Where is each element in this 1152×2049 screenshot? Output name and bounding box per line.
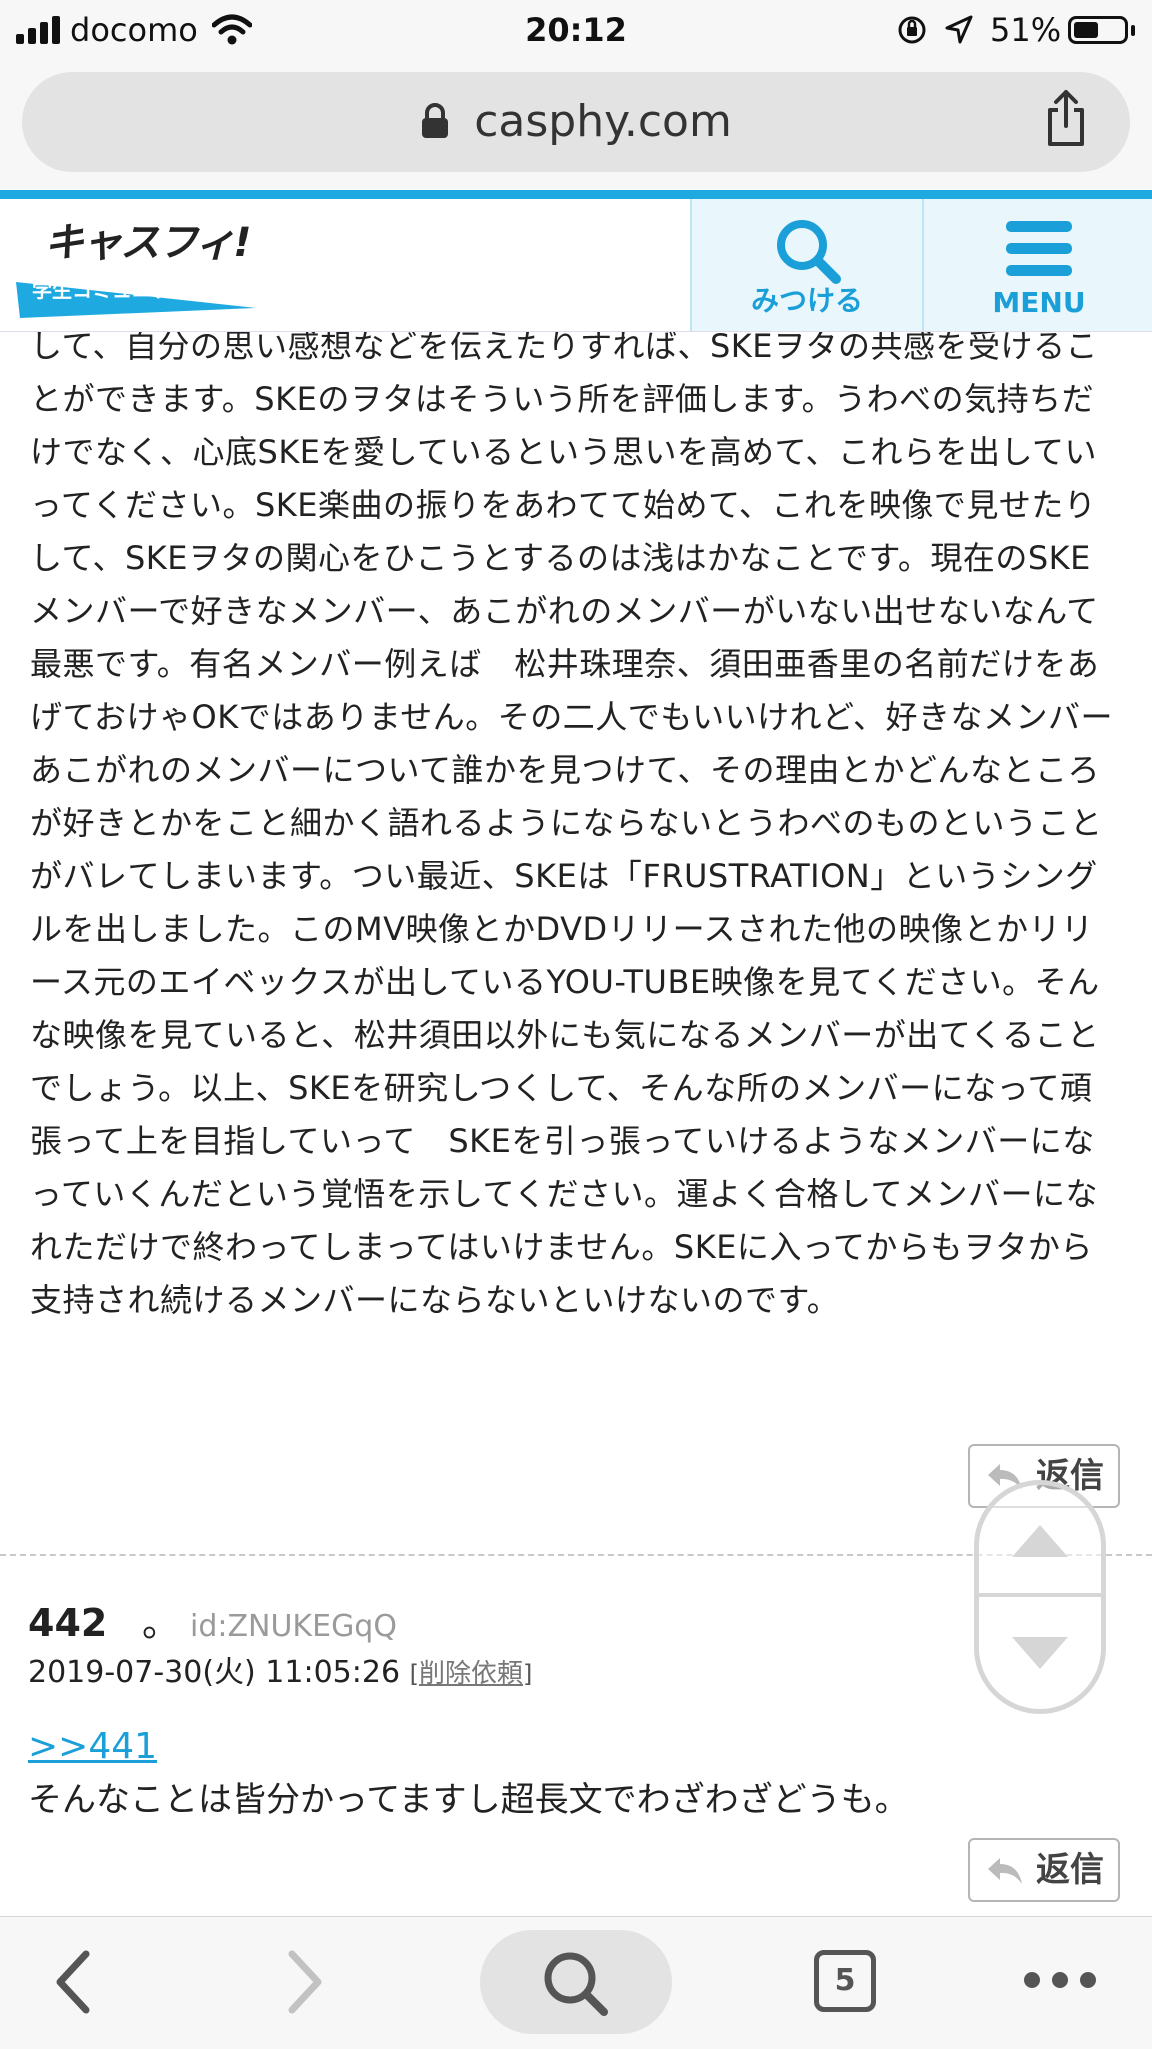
scroll-down-icon[interactable] xyxy=(1008,1633,1072,1673)
tabs-button[interactable]: 5 xyxy=(814,1950,876,2012)
tab-count: 5 xyxy=(834,1963,856,1998)
back-icon[interactable] xyxy=(52,1950,92,2014)
post-body-text: そんなことは皆分かってますし超長文でわざわざどうも。 xyxy=(28,1780,909,1820)
battery-tip xyxy=(1131,25,1135,36)
lock-icon xyxy=(422,103,449,138)
search-button[interactable]: みつける xyxy=(690,199,922,331)
location-arrow-icon xyxy=(945,15,973,44)
battery-icon xyxy=(1068,16,1128,44)
search-icon xyxy=(544,1952,608,2016)
url-text: casphy.com xyxy=(474,96,732,147)
battery-percent: 51% xyxy=(990,11,1062,49)
delete-bracket-close: ] xyxy=(522,1660,533,1688)
orientation-lock-icon xyxy=(898,16,926,44)
reply-anchor-link[interactable]: >>441 xyxy=(28,1722,157,1772)
header-accent-line xyxy=(0,190,1152,199)
reply-label: 返信 xyxy=(1036,1850,1104,1890)
scroll-up-icon[interactable] xyxy=(1008,1521,1072,1561)
post-body-text: して、自分の思い感想などを伝えたりすれば、SKEヲタの共感を受けることができます… xyxy=(30,327,1114,1319)
share-icon[interactable] xyxy=(1044,88,1088,148)
logo-subtext: 学生コミュニティ xyxy=(32,278,191,302)
reply-arrow-icon xyxy=(988,1858,1022,1884)
battery-fill xyxy=(1074,22,1098,38)
menu-button[interactable]: MENU xyxy=(922,199,1152,331)
post-author-name: 。 xyxy=(142,1601,181,1645)
reply-button[interactable]: 返信 xyxy=(968,1838,1120,1902)
delete-bracket-open: [ xyxy=(409,1660,419,1688)
status-bar: docomo 20:12 51% xyxy=(0,0,1152,60)
post-user-id: id:ZNUKEGqQ xyxy=(190,1609,397,1644)
site-logo[interactable]: キャスフィ! 学生コミュニティ xyxy=(10,210,260,320)
toolbar-search-button[interactable] xyxy=(480,1930,672,2034)
magnifier-icon xyxy=(777,220,841,284)
more-icon[interactable] xyxy=(1022,1970,1098,1990)
post-datetime: 2019-07-30(火) 11:05:26 xyxy=(28,1655,401,1690)
clock: 20:12 xyxy=(525,11,627,49)
search-label: みつける xyxy=(750,284,863,317)
logo-text: キャスフィ! xyxy=(44,220,251,266)
post-number: 442 xyxy=(28,1601,108,1645)
scroll-control xyxy=(974,1480,1106,1714)
delete-request-link[interactable]: 削除依頼 xyxy=(419,1659,523,1689)
url-display[interactable]: casphy.com xyxy=(0,72,1152,172)
menu-label: MENU xyxy=(992,286,1086,319)
scroll-control-divider xyxy=(979,1593,1101,1597)
forward-icon[interactable] xyxy=(286,1950,326,2014)
post-date: 2019-07-30(火) 11:05:26 [削除依頼] xyxy=(28,1650,532,1697)
hamburger-icon xyxy=(1006,221,1072,276)
